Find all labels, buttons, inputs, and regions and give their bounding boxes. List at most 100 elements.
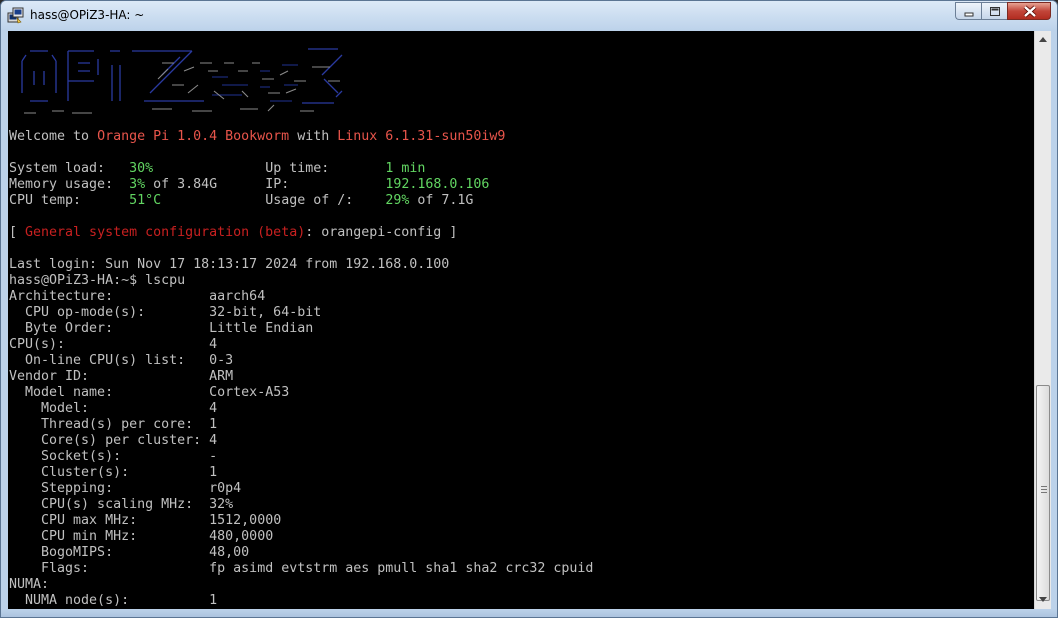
lscpu-key: BogoMIPS:	[9, 545, 114, 560]
lscpu-key: Socket(s):	[9, 449, 122, 464]
stat-suffix: of 7.1G	[409, 193, 474, 208]
config-command: : orangepi-config ]	[305, 225, 458, 240]
stat-label: Up time:	[265, 161, 330, 176]
lscpu-value: fp asimd evtstrm aes pmull sha1 sha2 crc…	[209, 561, 594, 576]
lscpu-value: 32%	[209, 497, 234, 512]
config-label: General system configuration (beta)	[25, 225, 306, 240]
welcome-line: Welcome to Orange Pi 1.0.4 Bookworm with…	[9, 129, 505, 145]
window-bottom-border	[1, 609, 1057, 617]
lscpu-key: Core(s) per cluster:	[9, 433, 202, 448]
close-icon	[1023, 5, 1037, 18]
lscpu-row: Thread(s) per core: 1	[9, 417, 217, 433]
lscpu-key: NUMA node(s):	[9, 593, 130, 608]
lscpu-row: BogoMIPS: 48,00	[9, 545, 249, 561]
last-login-line: Last login: Sun Nov 17 18:13:17 2024 fro…	[9, 257, 449, 273]
config-bracket: [	[9, 225, 26, 240]
welcome-prefix: Welcome to	[9, 129, 98, 144]
maximize-button[interactable]	[981, 2, 1007, 20]
stat-label: CPU temp:	[9, 193, 82, 208]
minimize-button[interactable]	[955, 2, 981, 20]
lscpu-row: Model: 4	[9, 401, 217, 417]
lscpu-key: Byte Order:	[9, 321, 114, 336]
lscpu-key: NUMA:	[9, 577, 50, 592]
lscpu-key: Stepping:	[9, 481, 114, 496]
lscpu-value: -	[209, 449, 218, 464]
window-controls	[955, 2, 1051, 21]
lscpu-value: 4	[209, 337, 218, 352]
lscpu-key: CPU(s):	[9, 337, 66, 352]
lscpu-row: Cluster(s): 1	[9, 465, 217, 481]
lscpu-row: CPU max MHz: 1512,0000	[9, 513, 281, 529]
lscpu-row: NUMA node(s): 1	[9, 593, 217, 609]
lscpu-value: 48,00	[209, 545, 250, 560]
lscpu-value: 1	[209, 417, 218, 432]
lscpu-key: CPU max MHz:	[9, 513, 138, 528]
putty-window: hass@OPiZ3-HA: ~ Welcome to Orange Pi 1.…	[0, 0, 1058, 618]
prompt-line: hass@OPiZ3-HA:~$ lscpu	[9, 273, 185, 289]
window-title: hass@OPiZ3-HA: ~	[30, 8, 145, 22]
welcome-mid: with	[289, 129, 338, 144]
lscpu-key: Flags:	[9, 561, 90, 576]
lscpu-value: Little Endian	[209, 321, 314, 336]
terminal-output[interactable]: Welcome to Orange Pi 1.0.4 Bookworm with…	[8, 31, 1034, 609]
stat-label: System load:	[9, 161, 106, 176]
stat-value: 30%	[129, 161, 154, 176]
lscpu-value: aarch64	[209, 289, 266, 304]
lscpu-key: Cluster(s):	[9, 465, 130, 480]
lscpu-value: 4	[209, 401, 218, 416]
stat-label: Usage of /:	[265, 193, 354, 208]
stat-value: 3%	[129, 177, 146, 192]
lscpu-row: Architecture: aarch64	[9, 289, 265, 305]
lscpu-row: CPU min MHz: 480,0000	[9, 529, 273, 545]
lscpu-value: 1	[209, 465, 218, 480]
os-name: Orange Pi 1.0.4 Bookworm	[97, 129, 290, 144]
lscpu-row: CPU op-mode(s): 32-bit, 64-bit	[9, 305, 321, 321]
lscpu-row: Core(s) per cluster: 4	[9, 433, 217, 449]
vertical-scrollbar[interactable]	[1034, 31, 1051, 609]
stat-value: 192.168.0.106	[385, 177, 490, 192]
lscpu-row: Socket(s): -	[9, 449, 217, 465]
stat-label: Memory usage:	[9, 177, 114, 192]
lscpu-value: 4	[209, 433, 218, 448]
stat-line: CPU temp: 51°C Usage of /: 29% of 7.1G	[9, 193, 473, 209]
lscpu-row: Model name: Cortex-A53	[9, 385, 289, 401]
lscpu-key: CPU op-mode(s):	[9, 305, 146, 320]
config-line: [ General system configuration (beta): o…	[9, 225, 457, 241]
lscpu-row: CPU(s) scaling MHz: 32%	[9, 497, 233, 513]
close-button[interactable]	[1007, 2, 1051, 20]
stat-suffix: of 3.84G	[145, 177, 218, 192]
title-bar[interactable]: hass@OPiZ3-HA: ~	[1, 1, 1057, 31]
lscpu-key: Vendor ID:	[9, 369, 90, 384]
scroll-up-icon[interactable]	[1035, 31, 1051, 48]
scrollbar-thumb[interactable]	[1036, 385, 1050, 601]
lscpu-key: Thread(s) per core:	[9, 417, 194, 432]
stat-value: 29%	[385, 193, 410, 208]
stat-line: Memory usage: 3% of 3.84G IP: 192.168.0.…	[9, 177, 489, 193]
lscpu-row: NUMA:	[9, 577, 49, 593]
lscpu-row: Flags: fp asimd evtstrm aes pmull sha1 s…	[9, 561, 593, 577]
lscpu-row: CPU(s): 4	[9, 337, 217, 353]
lscpu-row: Vendor ID: ARM	[9, 369, 233, 385]
stat-value: 51°C	[129, 193, 162, 208]
lscpu-value: 0-3	[209, 353, 234, 368]
shell-prompt: hass@OPiZ3-HA:~$ lscpu	[9, 273, 186, 288]
lscpu-value: r0p4	[209, 481, 242, 496]
lscpu-key: Model name:	[9, 385, 114, 400]
lscpu-key: Architecture:	[9, 289, 114, 304]
lscpu-key: Model:	[9, 401, 90, 416]
scroll-down-icon[interactable]	[1035, 591, 1051, 608]
lscpu-key: CPU(s) scaling MHz:	[9, 497, 194, 512]
minimize-icon	[964, 12, 974, 17]
last-login: Last login: Sun Nov 17 18:13:17 2024 fro…	[9, 257, 450, 272]
kernel-version: Linux 6.1.31-sun50iw9	[337, 129, 506, 144]
stat-value: 1 min	[385, 161, 426, 176]
lscpu-row: Byte Order: Little Endian	[9, 321, 313, 337]
lscpu-row: Stepping: r0p4	[9, 481, 241, 497]
lscpu-value: 480,0000	[209, 529, 274, 544]
lscpu-value: 1512,0000	[209, 513, 282, 528]
putty-icon[interactable]	[7, 7, 25, 25]
stat-line: System load: 30% Up time: 1 min	[9, 161, 425, 177]
lscpu-value: 1	[209, 593, 218, 608]
lscpu-row: On-line CPU(s) list: 0-3	[9, 353, 233, 369]
lscpu-value: ARM	[209, 369, 234, 384]
